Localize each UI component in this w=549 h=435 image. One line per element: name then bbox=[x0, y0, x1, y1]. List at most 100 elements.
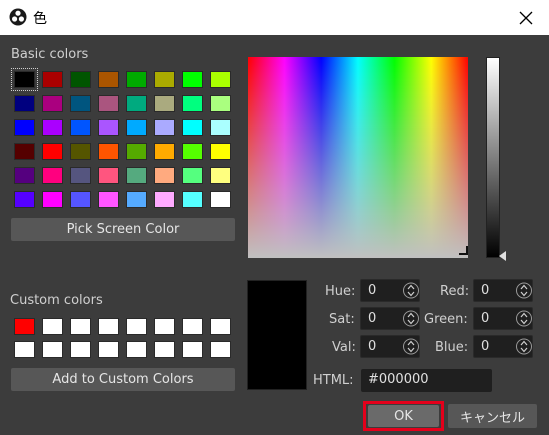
sat-value: 0 bbox=[368, 311, 377, 326]
html-color-value: #000000 bbox=[368, 372, 429, 387]
custom-color-swatch[interactable] bbox=[154, 318, 175, 335]
basic-color-swatch[interactable] bbox=[154, 119, 175, 136]
basic-colors-label: Basic colors bbox=[11, 47, 89, 62]
basic-color-swatch[interactable] bbox=[182, 119, 203, 136]
custom-color-swatch[interactable] bbox=[210, 341, 231, 358]
basic-color-swatch[interactable] bbox=[70, 167, 91, 184]
spin-arrows-icon[interactable] bbox=[403, 336, 419, 357]
custom-color-swatch[interactable] bbox=[42, 318, 63, 335]
title-bar: 色 bbox=[0, 0, 549, 35]
basic-color-swatch[interactable] bbox=[126, 191, 147, 208]
custom-color-swatch[interactable] bbox=[182, 318, 203, 335]
basic-color-swatch[interactable] bbox=[70, 95, 91, 112]
basic-color-swatch[interactable] bbox=[70, 191, 91, 208]
basic-color-swatch[interactable] bbox=[14, 191, 35, 208]
blue-value: 0 bbox=[481, 339, 490, 354]
custom-color-swatch[interactable] bbox=[210, 318, 231, 335]
green-spinbox[interactable]: 0 bbox=[473, 307, 533, 330]
custom-color-swatch[interactable] bbox=[182, 341, 203, 358]
basic-color-swatch[interactable] bbox=[42, 119, 63, 136]
val-value: 0 bbox=[368, 339, 377, 354]
basic-color-swatch[interactable] bbox=[42, 191, 63, 208]
custom-color-swatch[interactable] bbox=[98, 341, 119, 358]
window-title: 色 bbox=[33, 11, 47, 27]
blue-label: Blue: bbox=[435, 340, 469, 355]
basic-color-swatch[interactable] bbox=[70, 119, 91, 136]
basic-color-swatch[interactable] bbox=[11, 68, 38, 91]
basic-color-swatch[interactable] bbox=[182, 167, 203, 184]
current-color-preview bbox=[247, 280, 307, 390]
custom-color-swatch[interactable] bbox=[14, 318, 35, 335]
hue-spinbox[interactable]: 0 bbox=[360, 279, 420, 302]
basic-color-swatch[interactable] bbox=[98, 143, 119, 160]
luminance-slider[interactable] bbox=[486, 57, 500, 258]
red-spinbox[interactable]: 0 bbox=[473, 279, 533, 302]
close-icon bbox=[519, 11, 533, 24]
basic-color-swatch[interactable] bbox=[98, 71, 119, 88]
basic-color-swatch[interactable] bbox=[182, 71, 203, 88]
basic-color-swatch[interactable] bbox=[182, 143, 203, 160]
basic-color-swatch[interactable] bbox=[42, 143, 63, 160]
basic-color-swatch[interactable] bbox=[126, 95, 147, 112]
custom-color-swatch[interactable] bbox=[70, 341, 91, 358]
basic-color-swatch[interactable] bbox=[14, 119, 35, 136]
spin-arrows-icon[interactable] bbox=[403, 308, 419, 329]
blue-spinbox[interactable]: 0 bbox=[473, 335, 533, 358]
basic-color-swatch[interactable] bbox=[98, 119, 119, 136]
basic-color-swatch[interactable] bbox=[210, 119, 231, 136]
basic-color-swatch[interactable] bbox=[182, 191, 203, 208]
pick-screen-color-button[interactable]: Pick Screen Color bbox=[11, 218, 235, 241]
basic-color-swatch[interactable] bbox=[154, 143, 175, 160]
val-spinbox[interactable]: 0 bbox=[360, 335, 420, 358]
custom-color-swatch[interactable] bbox=[126, 341, 147, 358]
custom-color-swatch[interactable] bbox=[98, 318, 119, 335]
basic-color-swatch[interactable] bbox=[42, 71, 63, 88]
red-label: Red: bbox=[440, 284, 470, 299]
green-value: 0 bbox=[481, 311, 490, 326]
basic-color-swatch[interactable] bbox=[210, 143, 231, 160]
basic-color-swatch[interactable] bbox=[210, 95, 231, 112]
basic-color-swatch[interactable] bbox=[42, 95, 63, 112]
basic-color-swatch[interactable] bbox=[98, 167, 119, 184]
basic-color-swatch[interactable] bbox=[98, 191, 119, 208]
spin-arrows-icon[interactable] bbox=[516, 336, 532, 357]
basic-color-swatch[interactable] bbox=[70, 71, 91, 88]
custom-color-swatch[interactable] bbox=[154, 341, 175, 358]
basic-color-swatch[interactable] bbox=[154, 167, 175, 184]
basic-color-swatch[interactable] bbox=[14, 143, 35, 160]
spin-arrows-icon[interactable] bbox=[403, 280, 419, 301]
basic-color-swatch[interactable] bbox=[126, 167, 147, 184]
add-to-custom-colors-button[interactable]: Add to Custom Colors bbox=[11, 368, 235, 391]
custom-colors-label: Custom colors bbox=[10, 293, 103, 308]
custom-color-swatch[interactable] bbox=[14, 341, 35, 358]
basic-color-swatch[interactable] bbox=[210, 167, 231, 184]
basic-color-swatch[interactable] bbox=[182, 95, 203, 112]
spin-arrows-icon[interactable] bbox=[516, 280, 532, 301]
basic-color-swatch[interactable] bbox=[126, 71, 147, 88]
custom-color-swatch[interactable] bbox=[42, 341, 63, 358]
basic-color-swatch[interactable] bbox=[210, 191, 231, 208]
close-button[interactable] bbox=[503, 0, 549, 35]
basic-color-swatch[interactable] bbox=[154, 191, 175, 208]
sat-spinbox[interactable]: 0 bbox=[360, 307, 420, 330]
basic-color-swatch[interactable] bbox=[126, 143, 147, 160]
basic-color-swatch[interactable] bbox=[154, 95, 175, 112]
crosshair-marker-icon[interactable] bbox=[458, 245, 468, 255]
spin-arrows-icon[interactable] bbox=[516, 308, 532, 329]
luminance-arrow-icon[interactable] bbox=[499, 251, 506, 261]
basic-color-swatch[interactable] bbox=[70, 143, 91, 160]
basic-color-swatch[interactable] bbox=[154, 71, 175, 88]
basic-color-swatch[interactable] bbox=[14, 167, 35, 184]
custom-color-swatch[interactable] bbox=[126, 318, 147, 335]
hue-label: Hue: bbox=[325, 284, 356, 299]
color-spectrum[interactable] bbox=[248, 57, 468, 258]
sat-label: Sat: bbox=[329, 312, 355, 327]
basic-color-swatch[interactable] bbox=[14, 95, 35, 112]
basic-color-swatch[interactable] bbox=[126, 119, 147, 136]
cancel-button[interactable]: キャンセル bbox=[448, 404, 537, 428]
html-color-input[interactable]: #000000 bbox=[361, 369, 492, 392]
basic-color-swatch[interactable] bbox=[98, 95, 119, 112]
basic-color-swatch[interactable] bbox=[210, 71, 231, 88]
custom-color-swatch[interactable] bbox=[70, 318, 91, 335]
basic-color-swatch[interactable] bbox=[42, 167, 63, 184]
